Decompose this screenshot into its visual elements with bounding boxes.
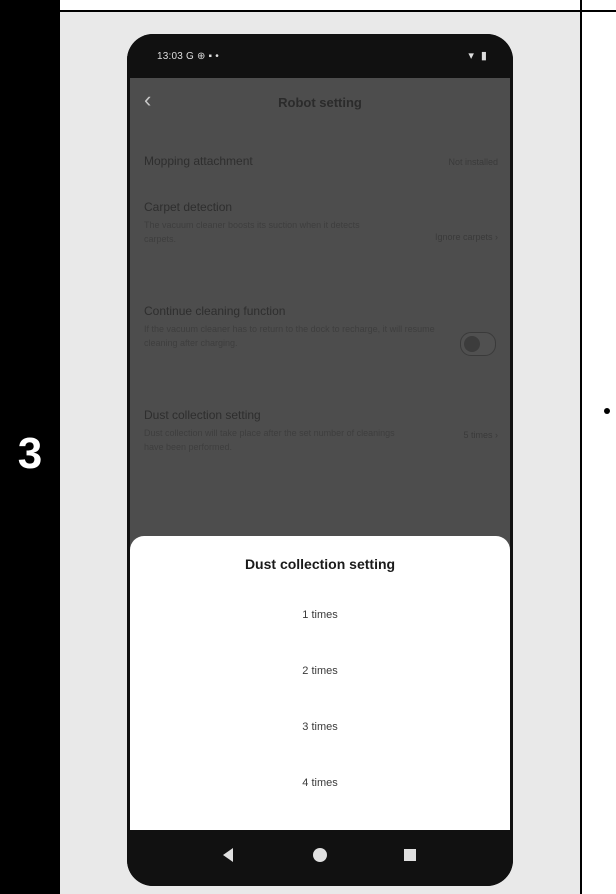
option-2-times[interactable]: 2 times: [130, 656, 510, 686]
setting-carpet-desc: The vacuum cleaner boosts its suction wh…: [144, 220, 360, 244]
phone-frame: 13:03 G ⊕ ▪ • ▾ ▮ ‹ Robot setting Moppin…: [127, 34, 513, 886]
setting-mopping-title[interactable]: Mopping attachment: [144, 154, 253, 168]
page-title: Robot setting: [278, 95, 362, 110]
setting-continue-desc: If the vacuum cleaner has to return to t…: [144, 324, 435, 348]
step-number: 3: [17, 429, 43, 478]
app-header: ‹ Robot setting: [130, 78, 510, 128]
nav-recents-icon[interactable]: [404, 849, 416, 861]
status-left-icons: G ⊕ ▪ •: [186, 51, 219, 62]
column-divider: [580, 0, 582, 894]
status-time: 13:03 G ⊕ ▪ •: [157, 51, 219, 62]
option-1-times[interactable]: 1 times: [130, 600, 510, 630]
status-time-text: 13:03: [157, 51, 184, 62]
setting-dust-title[interactable]: Dust collection setting: [144, 408, 261, 422]
option-4-times[interactable]: 4 times: [130, 768, 510, 798]
nav-back-icon[interactable]: [223, 848, 233, 862]
setting-mopping-value: Not installed: [448, 157, 498, 167]
setting-carpet-value[interactable]: Ignore carpets ›: [435, 232, 498, 242]
toggle-knob: [464, 336, 480, 352]
nav-home-icon[interactable]: [313, 848, 327, 862]
setting-carpet-title[interactable]: Carpet detection: [144, 200, 232, 214]
app-screen: ‹ Robot setting Mopping attachment Not i…: [130, 78, 510, 845]
sheet-title: Dust collection setting: [244, 556, 396, 572]
top-border-right: [582, 0, 616, 12]
setting-continue-title[interactable]: Continue cleaning function: [144, 304, 285, 318]
setting-dust-desc: Dust collection will take place after th…: [144, 428, 395, 452]
android-nav-bar: [127, 830, 513, 886]
status-bar: 13:03 G ⊕ ▪ • ▾ ▮: [127, 34, 513, 78]
continue-cleaning-toggle[interactable]: [460, 332, 496, 356]
status-right-icons: ▾ ▮: [468, 50, 489, 62]
bullet-point: [604, 408, 610, 414]
option-3-times[interactable]: 3 times: [130, 712, 510, 742]
top-border: [60, 0, 580, 12]
setting-dust-value[interactable]: 5 times ›: [463, 430, 498, 440]
dust-collection-sheet: Dust collection setting 1 times 2 times …: [130, 536, 510, 845]
